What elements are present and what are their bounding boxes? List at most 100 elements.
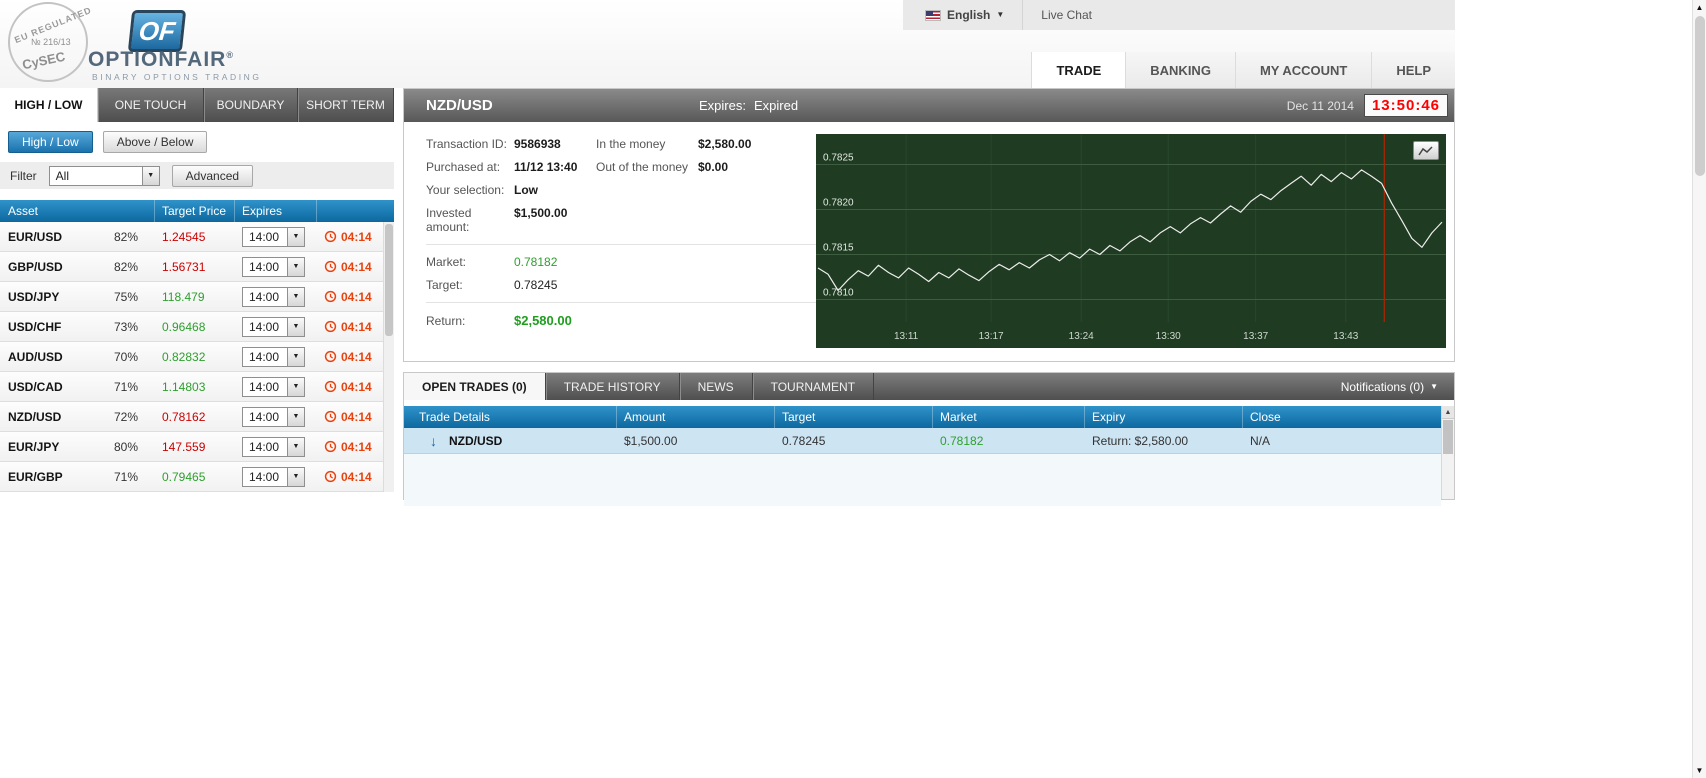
countdown-time: 04:14 bbox=[341, 229, 372, 244]
asset-row[interactable]: USD/CAD 71% 1.14803 14:00 ▼ 04:14 bbox=[0, 372, 394, 402]
countdown-time: 04:14 bbox=[341, 469, 372, 484]
tab-one-touch[interactable]: ONE TOUCH bbox=[98, 88, 204, 122]
chevron-down-icon[interactable]: ▼ bbox=[287, 377, 304, 396]
advanced-button[interactable]: Advanced bbox=[171, 164, 254, 187]
trades-table-scrollbar[interactable]: ▲ bbox=[1441, 406, 1454, 499]
asset-row[interactable]: USD/JPY 75% 118.479 14:00 ▼ 04:14 bbox=[0, 282, 394, 312]
selection-label: Your selection: bbox=[426, 183, 505, 197]
notifications-dropdown[interactable]: Notifications (0) ▼ bbox=[1341, 373, 1454, 400]
transaction-id-value: 9586938 bbox=[514, 137, 561, 151]
col-header-target: Target bbox=[774, 406, 932, 428]
expiry-select[interactable]: 14:00 ▼ bbox=[242, 256, 305, 277]
countdown-time: 04:14 bbox=[341, 289, 372, 304]
countdown-clock-icon bbox=[324, 230, 337, 243]
scroll-up-arrow-icon[interactable]: ▲ bbox=[1693, 0, 1706, 15]
asset-row[interactable]: USD/CHF 73% 0.96468 14:00 ▼ 04:14 bbox=[0, 312, 394, 342]
asset-name: EUR/GBP bbox=[8, 469, 63, 484]
main-nav: TRADE BANKING MY ACCOUNT HELP bbox=[1031, 52, 1455, 88]
expiry-select[interactable]: 14:00 ▼ bbox=[242, 346, 305, 367]
scrollbar-thumb[interactable] bbox=[385, 224, 393, 336]
countdown-clock-icon bbox=[324, 320, 337, 333]
nav-tab-banking[interactable]: BANKING bbox=[1125, 52, 1235, 88]
trade-panel-header: NZD/USD Expires: Expired Dec 11 2014 13:… bbox=[404, 89, 1454, 122]
asset-name: GBP/USD bbox=[8, 259, 63, 274]
chevron-down-icon[interactable]: ▼ bbox=[287, 467, 304, 486]
asset-target-price: 1.14803 bbox=[162, 379, 206, 394]
expiry-select[interactable]: 14:00 ▼ bbox=[242, 376, 305, 397]
asset-row[interactable]: GBP/USD 82% 1.56731 14:00 ▼ 04:14 bbox=[0, 252, 394, 282]
above-below-button[interactable]: Above / Below bbox=[102, 131, 208, 153]
countdown-time: 04:14 bbox=[341, 439, 372, 454]
in-money-label: In the money bbox=[596, 137, 666, 151]
chevron-down-icon[interactable]: ▼ bbox=[287, 287, 304, 306]
app: EU REGULATED № 216/13 CySEC OF OPTIONFAI… bbox=[0, 0, 1455, 506]
asset-row[interactable]: EUR/GBP 71% 0.79465 14:00 ▼ 04:14 bbox=[0, 462, 394, 492]
nav-tab-trade[interactable]: TRADE bbox=[1031, 52, 1126, 88]
divider bbox=[426, 244, 816, 245]
expiry-select[interactable]: 14:00 ▼ bbox=[242, 226, 305, 247]
asset-row[interactable]: AUD/USD 70% 0.82832 14:00 ▼ 04:14 bbox=[0, 342, 394, 372]
filter-label: Filter bbox=[10, 168, 37, 183]
badge-number: № 216/13 bbox=[31, 37, 71, 47]
option-type-tabs: HIGH / LOW ONE TOUCH BOUNDARY SHORT TERM bbox=[0, 88, 394, 122]
tab-open-trades[interactable]: OPEN TRADES (0) bbox=[404, 373, 546, 400]
asset-row[interactable]: NZD/USD 72% 0.78162 14:00 ▼ 04:14 bbox=[0, 402, 394, 432]
tab-high-low[interactable]: HIGH / LOW bbox=[0, 88, 98, 122]
chevron-down-icon[interactable]: ▼ bbox=[287, 437, 304, 456]
expiry-select[interactable]: 14:00 ▼ bbox=[242, 436, 305, 457]
invested-label: Invested amount: bbox=[426, 206, 472, 234]
expiry-select[interactable]: 14:00 ▼ bbox=[242, 286, 305, 307]
asset-table-scrollbar[interactable] bbox=[383, 222, 394, 492]
flag-icon bbox=[925, 9, 941, 21]
trade-direction-down-icon: ↓ bbox=[430, 432, 437, 449]
expiry-value: 14:00 bbox=[249, 349, 280, 364]
scrollbar-thumb[interactable] bbox=[1695, 16, 1705, 176]
tab-short-term[interactable]: SHORT TERM bbox=[298, 88, 394, 122]
scrollbar-thumb[interactable] bbox=[1443, 420, 1453, 454]
page-scrollbar[interactable]: ▲ ▼ bbox=[1692, 0, 1706, 778]
col-header-close: Close bbox=[1242, 406, 1441, 428]
chevron-down-icon[interactable]: ▼ bbox=[287, 227, 304, 246]
chevron-down-icon[interactable]: ▼ bbox=[287, 257, 304, 276]
filter-select[interactable]: All ▼ bbox=[48, 165, 160, 186]
asset-payout: 80% bbox=[113, 439, 138, 454]
brand-tagline: BINARY OPTIONS TRADING bbox=[92, 72, 262, 82]
tab-boundary[interactable]: BOUNDARY bbox=[204, 88, 298, 122]
chevron-down-icon: ▼ bbox=[1430, 381, 1438, 391]
asset-row[interactable]: EUR/JPY 80% 147.559 14:00 ▼ 04:14 bbox=[0, 432, 394, 462]
line-chart-icon bbox=[1418, 145, 1433, 155]
tab-news[interactable]: NEWS bbox=[680, 373, 753, 400]
live-chat-link[interactable]: Live Chat bbox=[1041, 8, 1092, 22]
scroll-up-arrow-icon[interactable]: ▲ bbox=[1442, 406, 1454, 419]
nav-tab-my-account[interactable]: MY ACCOUNT bbox=[1234, 52, 1372, 88]
asset-target-price: 0.96468 bbox=[162, 319, 206, 334]
chevron-down-icon[interactable]: ▼ bbox=[141, 166, 159, 185]
top-utility-bar: English ▼ Live Chat bbox=[903, 0, 1455, 30]
countdown-time: 04:14 bbox=[341, 349, 372, 364]
expiry-select[interactable]: 14:00 ▼ bbox=[242, 466, 305, 487]
language-label: English bbox=[947, 8, 991, 22]
open-trade-row[interactable]: ↓ NZD/USD $1,500.00 0.78245 0.78182 Retu… bbox=[404, 428, 1441, 454]
chevron-down-icon[interactable]: ▼ bbox=[287, 317, 304, 336]
col-header-countdown bbox=[316, 200, 394, 222]
chart-type-button[interactable] bbox=[1413, 141, 1439, 160]
asset-row[interactable]: EUR/USD 82% 1.24545 14:00 ▼ 04:14 bbox=[0, 222, 394, 252]
expiry-select[interactable]: 14:00 ▼ bbox=[242, 406, 305, 427]
expiry-select[interactable]: 14:00 ▼ bbox=[242, 316, 305, 337]
asset-payout: 70% bbox=[113, 349, 138, 364]
asset-name: USD/CAD bbox=[8, 379, 63, 394]
language-selector[interactable]: English ▼ bbox=[925, 8, 1004, 22]
chevron-down-icon: ▼ bbox=[996, 10, 1005, 19]
price-chart-plot: 0.7825 0.7820 0.7815 0.7810 13:11 13:17 13:24 1… bbox=[816, 134, 1446, 342]
expires-value: Expired bbox=[753, 98, 799, 113]
nav-tab-help[interactable]: HELP bbox=[1371, 52, 1455, 88]
chevron-down-icon[interactable]: ▼ bbox=[287, 347, 304, 366]
symbol-title: NZD/USD bbox=[426, 97, 493, 114]
tab-tournament[interactable]: TOURNAMENT bbox=[753, 373, 875, 400]
scroll-down-arrow-icon[interactable]: ▼ bbox=[1693, 763, 1706, 778]
asset-payout: 72% bbox=[113, 409, 138, 424]
chevron-down-icon[interactable]: ▼ bbox=[287, 407, 304, 426]
eu-regulated-badge: EU REGULATED № 216/13 CySEC bbox=[8, 2, 93, 82]
high-low-button[interactable]: High / Low bbox=[8, 131, 93, 153]
tab-trade-history[interactable]: TRADE HISTORY bbox=[546, 373, 680, 400]
